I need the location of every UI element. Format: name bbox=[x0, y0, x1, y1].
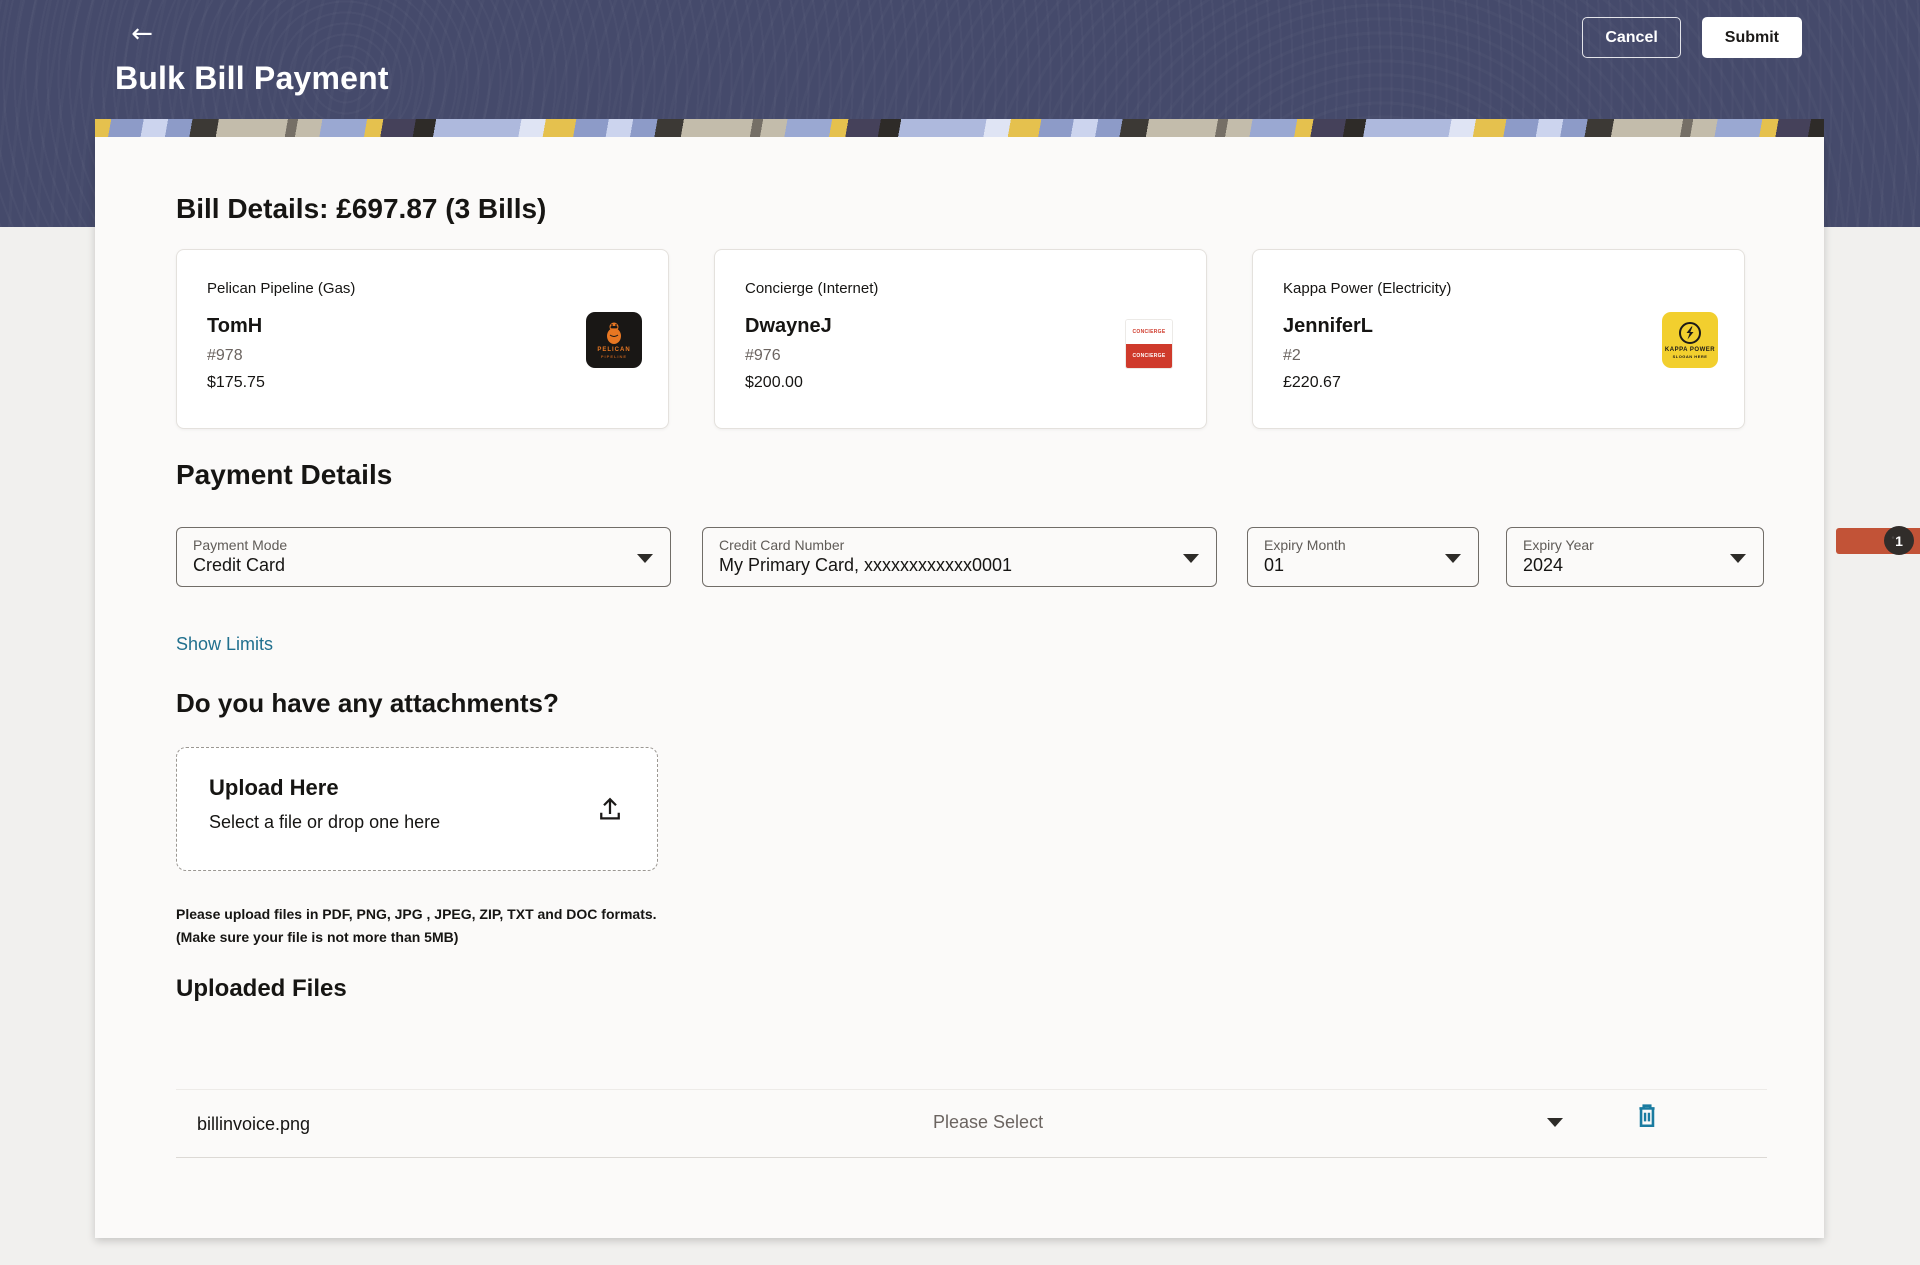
show-limits-link[interactable]: Show Limits bbox=[176, 634, 273, 655]
decorative-banner bbox=[95, 119, 1824, 137]
bill-card-pelican: Pelican Pipeline (Gas) TomH #978 $175.75… bbox=[176, 249, 669, 429]
bill-amount: £220.67 bbox=[1283, 374, 1714, 392]
chevron-down-icon bbox=[1183, 554, 1199, 563]
pelican-pipeline-logo: PELICAN PIPELINE bbox=[586, 312, 642, 368]
file-upload-dropzone[interactable]: Upload Here Select a file or drop one he… bbox=[176, 747, 658, 871]
bill-provider: Pelican Pipeline (Gas) bbox=[207, 280, 638, 297]
expiry-year-select[interactable]: Expiry Year 2024 bbox=[1506, 527, 1764, 587]
header-actions: Cancel Submit bbox=[1582, 17, 1802, 58]
uploaded-file-name: billinvoice.png bbox=[197, 1114, 310, 1135]
upload-icon bbox=[595, 794, 625, 824]
pelican-logo-text: PELICAN bbox=[597, 347, 630, 353]
kappa-power-logo: KAPPA POWER SLOGAN HERE bbox=[1662, 312, 1718, 368]
chevron-down-icon bbox=[1547, 1118, 1563, 1127]
field-value: 01 bbox=[1264, 555, 1462, 576]
kappa-logo-subtext: SLOGAN HERE bbox=[1673, 354, 1708, 359]
bill-provider: Kappa Power (Electricity) bbox=[1283, 280, 1714, 297]
submit-button[interactable]: Submit bbox=[1702, 17, 1802, 58]
format-note-line1: Please upload files in PDF, PNG, JPG , J… bbox=[176, 903, 657, 926]
uploaded-files-heading: Uploaded Files bbox=[176, 975, 347, 1003]
bill-account-number: #978 bbox=[207, 347, 638, 365]
lightning-circle-icon bbox=[1678, 321, 1702, 345]
file-category-placeholder: Please Select bbox=[933, 1112, 1043, 1133]
field-label: Expiry Year bbox=[1523, 537, 1747, 553]
chevron-down-icon bbox=[1445, 554, 1461, 563]
expiry-month-select[interactable]: Expiry Month 01 bbox=[1247, 527, 1479, 587]
payment-mode-select[interactable]: Payment Mode Credit Card bbox=[176, 527, 671, 587]
file-category-select[interactable]: Please Select bbox=[933, 1107, 1563, 1141]
field-label: Credit Card Number bbox=[719, 537, 1200, 553]
bill-payer: DwayneJ bbox=[745, 315, 1176, 338]
bill-details-heading: Bill Details: £697.87 (3 Bills) bbox=[176, 193, 546, 225]
bill-payer: TomH bbox=[207, 315, 638, 338]
notification-count-badge: 1 bbox=[1884, 526, 1914, 555]
bill-card-kappa: Kappa Power (Electricity) JenniferL #2 £… bbox=[1252, 249, 1745, 429]
bill-provider: Concierge (Internet) bbox=[745, 280, 1176, 297]
kappa-logo-text: KAPPA POWER bbox=[1665, 347, 1715, 353]
bill-card-list: Pelican Pipeline (Gas) TomH #978 $175.75… bbox=[176, 249, 1745, 429]
upload-title: Upload Here bbox=[209, 775, 339, 801]
field-value: Credit Card bbox=[193, 555, 654, 576]
field-value: My Primary Card, xxxxxxxxxxxx0001 bbox=[719, 555, 1200, 576]
attachments-heading: Do you have any attachments? bbox=[176, 688, 559, 719]
payment-details-heading: Payment Details bbox=[176, 459, 392, 491]
cancel-button[interactable]: Cancel bbox=[1582, 17, 1680, 58]
back-arrow-icon[interactable]: ← bbox=[124, 18, 160, 50]
concierge-logo-text-inverse: CONCIERGE bbox=[1133, 353, 1166, 359]
bill-card-concierge: Concierge (Internet) DwayneJ #976 $200.0… bbox=[714, 249, 1207, 429]
table-row-separator bbox=[176, 1157, 1767, 1158]
bill-payer: JenniferL bbox=[1283, 315, 1714, 338]
bill-amount: $175.75 bbox=[207, 374, 638, 392]
chevron-down-icon bbox=[637, 554, 653, 563]
credit-card-number-select[interactable]: Credit Card Number My Primary Card, xxxx… bbox=[702, 527, 1217, 587]
concierge-logo-text: CONCIERGE bbox=[1133, 329, 1166, 335]
bill-amount: $200.00 bbox=[745, 374, 1176, 392]
pelican-bird-icon bbox=[603, 321, 625, 345]
format-note-line2: (Make sure your file is not more than 5M… bbox=[176, 926, 657, 949]
concierge-logo: CONCIERGE CONCIERGE bbox=[1126, 320, 1172, 368]
notification-tab[interactable]: 1 bbox=[1836, 528, 1920, 554]
delete-file-button[interactable] bbox=[1632, 1100, 1662, 1134]
pelican-logo-subtext: PIPELINE bbox=[601, 354, 627, 359]
page-title: Bulk Bill Payment bbox=[115, 60, 389, 97]
upload-subtitle: Select a file or drop one here bbox=[209, 812, 440, 833]
bill-account-number: #976 bbox=[745, 347, 1176, 365]
field-label: Expiry Month bbox=[1264, 537, 1462, 553]
trash-icon bbox=[1634, 1101, 1660, 1131]
chevron-down-icon bbox=[1730, 554, 1746, 563]
field-label: Payment Mode bbox=[193, 537, 654, 553]
upload-format-note: Please upload files in PDF, PNG, JPG , J… bbox=[176, 903, 657, 949]
bill-account-number: #2 bbox=[1283, 347, 1714, 365]
main-content-card: Bill Details: £697.87 (3 Bills) Pelican … bbox=[95, 137, 1824, 1238]
table-top-border bbox=[176, 1089, 1767, 1090]
field-value: 2024 bbox=[1523, 555, 1747, 576]
